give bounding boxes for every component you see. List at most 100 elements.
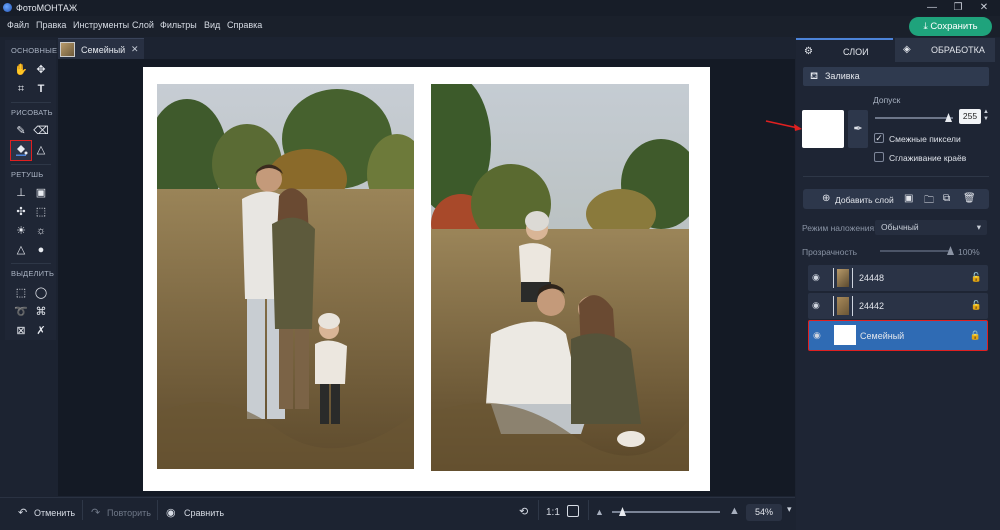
unlock-icon[interactable]: 🔓 (971, 272, 982, 283)
menu-help[interactable]: Справка (227, 20, 262, 30)
tab-processing-label: ОБРАБОТКА (931, 45, 985, 55)
blend-mode-select[interactable]: Обычный ▾ (875, 220, 987, 235)
zoom-out-icon[interactable]: ▲ (595, 507, 604, 517)
frame-tool-icon[interactable]: ⬚ (33, 204, 49, 220)
section-basic: ОСНОВНЫЕ (11, 46, 58, 55)
tolerance-value-input[interactable]: 255 (959, 109, 981, 124)
tolerance-slider[interactable] (875, 117, 953, 119)
smooth-edges-checkbox[interactable] (874, 152, 884, 162)
smooth-edges-label: Сглаживание краёв (889, 153, 967, 163)
add-layer-bar (803, 189, 989, 209)
eye-visibility-icon[interactable]: ◉ (812, 300, 820, 311)
rect-select-icon[interactable]: ⬚ (13, 285, 29, 301)
title-bar: ФотоМОНТАЖ — ❐ ✕ (0, 0, 1000, 16)
shapes-tool-icon[interactable]: △ (33, 142, 49, 158)
adjacent-pixels-checkbox[interactable]: ✓ (874, 133, 884, 143)
healing-tool-icon[interactable]: ✣ (13, 204, 29, 220)
fill-color-swatch[interactable] (802, 110, 844, 148)
rotate-fit-icon[interactable]: ⟲ (519, 505, 528, 518)
eyedropper-icon[interactable]: ✒ (848, 110, 868, 148)
menu-edit[interactable]: Правка (36, 20, 66, 30)
menu-file[interactable]: Файл (7, 20, 29, 30)
hand-tool-icon[interactable]: ✋ (13, 62, 29, 78)
text-tool-icon[interactable]: T (33, 81, 49, 97)
add-layer-button[interactable]: Добавить слой (835, 195, 894, 205)
zoom-in-icon[interactable]: ▲ (729, 505, 740, 517)
brush-tool-icon[interactable]: ✎ (13, 123, 29, 139)
opacity-value[interactable]: 100% (958, 247, 980, 257)
save-label: Сохранить (930, 21, 978, 32)
zoom-dropdown-icon[interactable]: ▾ (787, 504, 792, 515)
lock-icon[interactable]: 🔒 (970, 330, 981, 341)
zoom-value[interactable]: 54% (746, 504, 782, 521)
lasso-tool-icon[interactable]: ➰ (13, 304, 29, 320)
fill-tool-icon[interactable] (10, 140, 32, 161)
close-tab-icon[interactable]: ✕ (131, 44, 139, 55)
restore-icon[interactable]: ❐ (948, 1, 968, 15)
fill-section-header[interactable]: ⛾ Заливка (803, 67, 989, 86)
magic-wand-icon[interactable]: ✗ (33, 323, 49, 339)
fit-screen-icon[interactable] (567, 505, 579, 517)
mask-icon[interactable]: ▣ (904, 193, 913, 204)
unlock-icon[interactable]: 🔓 (971, 300, 982, 311)
photo-left[interactable] (157, 84, 414, 469)
tolerance-label: Допуск (873, 95, 901, 105)
collage-page[interactable] (143, 67, 710, 491)
divider (11, 263, 51, 264)
ellipse-select-icon[interactable]: ◯ (33, 285, 49, 301)
layer-row-selected[interactable]: ◉ Семейный 🔒 (808, 320, 988, 351)
layer-row[interactable]: ◉ 24442 🔓 (808, 293, 988, 319)
sharpen-tool-icon[interactable]: △ (13, 242, 29, 258)
blur-tool-icon[interactable]: ● (33, 242, 49, 258)
section-retouch: РЕТУШЬ (11, 170, 44, 179)
tolerance-stepper-icon[interactable]: ▲ ▼ (983, 109, 989, 123)
menu-filters[interactable]: Фильтры (160, 20, 197, 30)
polygon-lasso-icon[interactable]: ⌘ (33, 304, 49, 320)
trash-icon[interactable]: 🗑 (963, 193, 976, 204)
menu-bar: Файл Правка Инструменты Слой Фильтры Вид… (0, 16, 1000, 37)
opacity-label: Прозрачность (802, 247, 858, 257)
section-draw: РИСОВАТЬ (11, 108, 53, 117)
divider (11, 164, 51, 165)
zoom-slider[interactable] (612, 511, 720, 513)
annotation-arrow-icon (765, 120, 802, 131)
opacity-slider[interactable] (880, 250, 952, 252)
undo-icon[interactable]: ↶ (18, 506, 27, 519)
compare-button[interactable]: Сравнить (184, 508, 224, 518)
tab-layers[interactable]: ⚙ СЛОИ (796, 38, 893, 62)
undo-button[interactable]: Отменить (34, 508, 75, 518)
document-tab[interactable]: Семейный ✕ (58, 38, 144, 59)
dodge-tool-icon[interactable]: ☼ (33, 223, 49, 239)
crop-tool-icon[interactable]: ⌗ (13, 81, 29, 97)
save-button[interactable]: ⤓ Сохранить (909, 17, 992, 36)
move-tool-icon[interactable]: ✥ (33, 62, 49, 78)
redo-button[interactable]: Повторить (107, 508, 151, 518)
stamp-tool-icon[interactable]: ⊥ (13, 185, 29, 201)
close-window-icon[interactable]: ✕ (974, 1, 994, 15)
redo-icon[interactable]: ↷ (91, 506, 100, 519)
eye-compare-icon[interactable]: ◉ (166, 506, 176, 519)
plus-circle-icon[interactable]: ⊕ (822, 193, 830, 204)
eye-visibility-icon[interactable]: ◉ (812, 272, 820, 283)
document-tab-title: Семейный (81, 45, 126, 55)
minimize-icon[interactable]: — (922, 1, 942, 15)
magic-select-icon[interactable]: ⊠ (13, 323, 29, 339)
brightness-tool-icon[interactable]: ☀ (13, 223, 29, 239)
sliders-icon: ⚙ (804, 46, 813, 57)
duplicate-icon[interactable]: ⧉ (943, 193, 950, 204)
layer-thumbnail (834, 325, 856, 345)
eye-visibility-icon[interactable]: ◉ (813, 330, 821, 341)
menu-tools[interactable]: Инструменты (73, 20, 129, 30)
layer-name: Семейный (860, 331, 905, 341)
photo-right[interactable] (431, 84, 689, 471)
menu-view[interactable]: Вид (204, 20, 220, 30)
layer-row[interactable]: ◉ 24448 🔓 (808, 265, 988, 291)
app-title: ФотоМОНТАЖ (16, 3, 78, 13)
menu-layer[interactable]: Слой (132, 20, 154, 30)
actual-size-button[interactable]: 1:1 (546, 507, 560, 518)
layers-stack-icon: ◈ (903, 44, 911, 55)
folder-icon[interactable]: 🗀 (924, 193, 934, 210)
tab-processing[interactable]: ◈ ОБРАБОТКА (895, 38, 995, 62)
patch-tool-icon[interactable]: ▣ (33, 185, 49, 201)
eraser-tool-icon[interactable]: ⌫ (33, 123, 49, 139)
